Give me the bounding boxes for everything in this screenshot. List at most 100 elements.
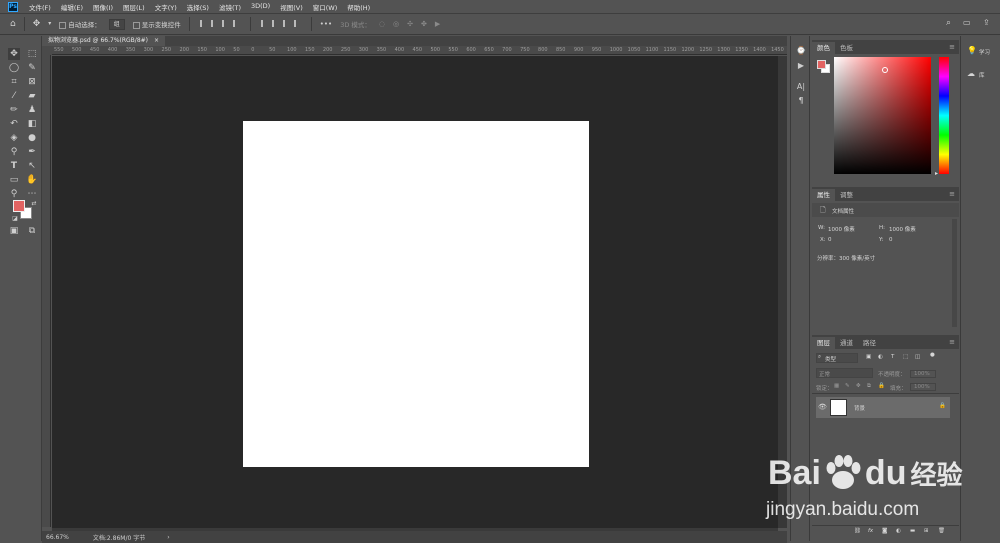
tab-paths[interactable]: 路径 [858,337,881,349]
swap-colors-icon[interactable]: ⇄ [28,198,40,210]
align-left-icon[interactable] [232,19,240,27]
menu-type[interactable]: 文字(Y) [150,2,182,12]
menu-3d[interactable]: 3D(D) [246,2,275,12]
layer-mask-icon[interactable]: ◙ [882,528,887,534]
filter-toggle-icon[interactable]: ● [930,352,935,358]
healing-brush-tool-icon[interactable]: ▰ [26,90,38,102]
panel-menu-icon[interactable]: ≡ [949,190,955,198]
path-select-tool-icon[interactable]: ↖ [26,160,38,172]
width-value[interactable]: 1000 像素 [828,225,855,233]
align-top-icon[interactable] [199,19,207,27]
dodge-tool-icon[interactable]: ⚲ [8,146,20,158]
auto-select-checkbox[interactable]: 自动选择： [59,19,101,29]
hand-tool-icon[interactable]: ✋ [26,174,38,186]
share-icon[interactable]: ⇪ [983,19,990,27]
3d-roll-icon[interactable]: ◎ [393,20,399,28]
distribute-bottom-icon[interactable] [282,19,290,27]
eyedropper-tool-icon[interactable]: ⁄ [8,90,20,102]
lock-all-icon[interactable]: 🔒 [878,383,885,389]
3d-scale-icon[interactable]: ▶ [435,20,440,28]
checkbox-box[interactable] [132,21,140,29]
library-icon[interactable]: ☁ [967,69,975,78]
3d-slide-icon[interactable]: ✤ [421,20,427,28]
distribute-vcenter-icon[interactable] [271,19,279,27]
checkbox-box[interactable] [59,21,67,29]
visibility-eye-icon[interactable]: 👁 [818,403,827,411]
chevron-down-icon[interactable]: ▾ [48,21,51,27]
distribute-left-icon[interactable] [293,19,301,27]
search-icon[interactable]: ⌕ [946,19,951,28]
pen-tool-icon[interactable]: ✒ [26,146,38,158]
crop-tool-icon[interactable]: ⌗ [8,76,20,88]
foreground-color-swatch[interactable] [817,60,826,69]
menu-help[interactable]: 帮助(H) [342,2,375,12]
paragraph-icon[interactable]: ¶ [796,96,806,106]
move-tool-icon[interactable]: ✥ [8,48,20,60]
history-icon[interactable]: ⌚ [796,46,806,56]
tab-swatches[interactable]: 色板 [835,42,858,54]
properties-scrollbar[interactable] [952,219,957,327]
tab-channels[interactable]: 通道 [835,337,858,349]
default-colors-icon[interactable]: ◪ [9,213,21,225]
lock-artboard-icon[interactable]: ⧉ [867,383,871,390]
fill-value[interactable]: 100% [910,383,936,391]
menu-filter[interactable]: 滤镜(T) [214,2,246,12]
menu-select[interactable]: 选择(S) [182,2,214,12]
rectangle-tool-icon[interactable]: ▭ [8,174,20,186]
new-layer-icon[interactable]: ⊞ [924,528,929,534]
layer-style-icon[interactable]: fx [868,528,873,534]
layer-name[interactable]: 背景 [854,404,865,412]
menu-file[interactable]: 文件(F) [24,2,56,12]
3d-orbit-icon[interactable]: ◌ [379,20,385,28]
color-field[interactable] [834,57,931,174]
height-value[interactable]: 1000 像素 [889,225,916,233]
workspace-icon[interactable]: ▭ [963,19,971,27]
lock-position-icon[interactable]: ✥ [856,383,861,389]
lasso-tool-icon[interactable]: ◯ [8,62,20,74]
history-brush-tool-icon[interactable]: ↶ [8,118,20,130]
move-tool-icon[interactable]: ✥ [33,19,41,29]
layer-row[interactable]: 👁 背景 🔒 [816,397,950,418]
transform-controls-checkbox[interactable]: 显示变换控件 [132,19,181,29]
menu-view[interactable]: 视图(V) [275,2,308,12]
hue-slider-handle[interactable]: ▸ [935,170,938,177]
status-menu-arrow[interactable]: › [167,534,169,541]
tab-layers[interactable]: 图层 [812,337,835,349]
tab-properties[interactable]: 属性 [812,189,835,201]
lock-image-icon[interactable]: ✎ [845,383,850,389]
filter-adjustment-icon[interactable]: ◐ [878,354,883,360]
menu-image[interactable]: 图像(I) [88,2,118,12]
tab-color[interactable]: 颜色 [812,42,835,54]
marquee-tool-icon[interactable]: ⬚ [26,48,38,60]
y-value[interactable]: 0 [889,237,893,243]
auto-select-dropdown[interactable]: 组 [108,18,125,30]
paint-bucket-tool-icon[interactable]: ◈ [8,132,20,144]
library-label[interactable]: 库 [979,71,985,79]
menu-window[interactable]: 窗口(W) [308,2,343,12]
document-tab[interactable]: 拟物浏览器.psd @ 66.7%(RGB/8#) × [42,36,165,46]
learn-label[interactable]: 学习 [979,48,990,56]
stamp-tool-icon[interactable]: ♟ [26,104,38,116]
adjustment-layer-icon[interactable]: ◐ [896,528,901,534]
filter-shape-icon[interactable]: ⬚ [903,354,908,360]
filter-type-icon[interactable]: T [891,354,894,360]
actions-icon[interactable]: ▶ [796,61,806,71]
color-picker-marker[interactable] [882,67,888,73]
document-canvas[interactable] [243,121,589,467]
panel-menu-icon[interactable]: ≡ [949,338,955,346]
delete-layer-icon[interactable]: 🗑 [938,528,945,534]
filter-pixel-icon[interactable]: ▣ [866,354,871,360]
brush-tool-icon[interactable]: ✏ [8,104,20,116]
panel-menu-icon[interactable]: ≡ [949,43,955,51]
filter-smart-object-icon[interactable]: ◫ [915,354,920,360]
hue-slider[interactable] [939,57,949,174]
menu-layer[interactable]: 图层(L) [118,2,150,12]
new-group-icon[interactable]: ▬ [910,528,915,534]
frame-tool-icon[interactable]: ⊠ [26,76,38,88]
close-icon[interactable]: × [154,37,159,44]
more-options-icon[interactable]: ••• [320,20,332,28]
opacity-value[interactable]: 100% [910,370,936,378]
zoom-level[interactable]: 66.67% [46,534,69,541]
align-vcenter-icon[interactable] [210,19,218,27]
quick-select-tool-icon[interactable]: ✎ [26,62,38,74]
